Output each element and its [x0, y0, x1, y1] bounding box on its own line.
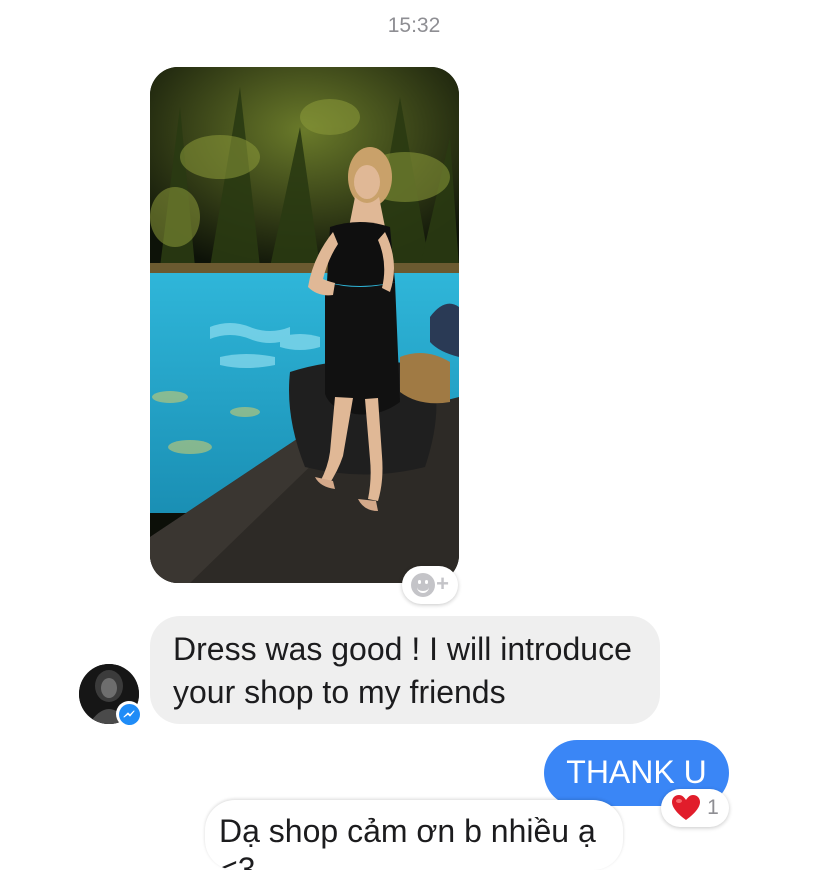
message-reaction[interactable]: 1: [661, 789, 729, 827]
photo-attachment[interactable]: [150, 67, 459, 583]
partial-message-bubble[interactable]: Dạ shop cảm ơn b nhiều ạ <3: [205, 800, 623, 870]
messenger-badge: [116, 701, 142, 727]
messenger-icon: [118, 703, 140, 725]
incoming-message-bubble[interactable]: Dress was good ! I will introduce your s…: [150, 616, 660, 724]
message-line-2: your shop to my friends: [173, 674, 506, 710]
photo-image: [150, 67, 459, 583]
add-reaction-button[interactable]: +: [402, 566, 458, 604]
message-line-1: Dress was good ! I will introduce: [173, 631, 632, 667]
smiley-icon: [411, 573, 436, 597]
message-timestamp: 15:32: [387, 14, 441, 37]
heart-icon: [672, 795, 701, 820]
plus-icon: +: [436, 571, 449, 596]
outgoing-message-text: THANK U: [566, 754, 707, 790]
partial-message-text: Dạ shop cảm ơn b nhiều ạ <3: [219, 813, 596, 870]
reaction-count: 1: [707, 796, 719, 819]
